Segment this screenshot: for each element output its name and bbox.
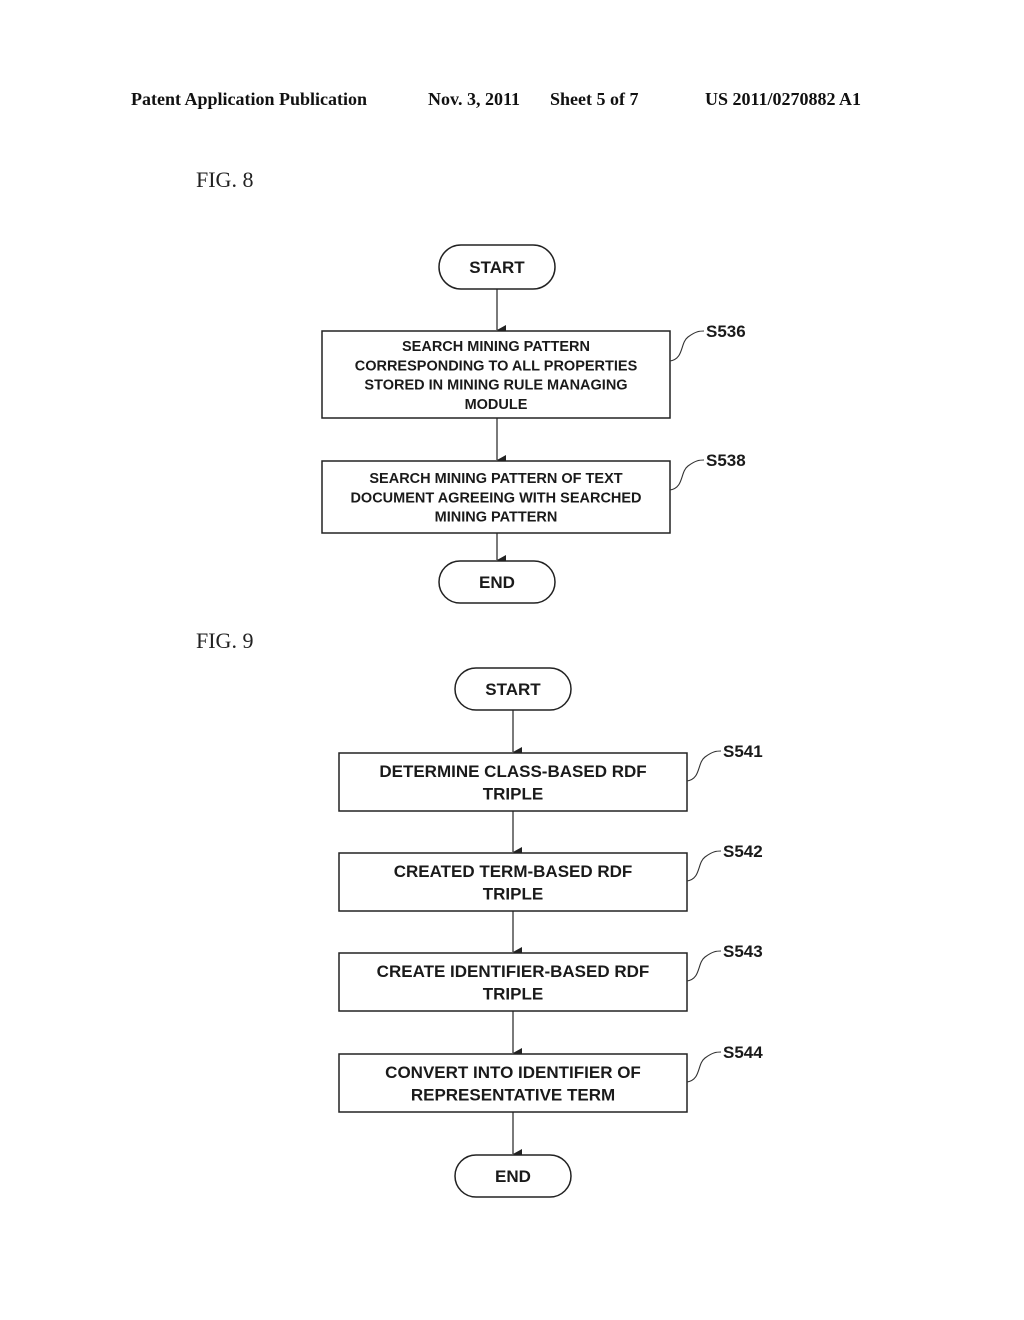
fig9-step-s542-text-line: CREATED TERM-BASED RDF [394, 862, 633, 881]
fig9-s541-step-id: S541 [723, 742, 763, 761]
fig8-s536-leader [669, 330, 705, 362]
fig8-step-s538-text-line: DOCUMENT AGREEING WITH SEARCHED [350, 490, 641, 506]
fig9-step-s543-text-line: TRIPLE [483, 985, 543, 1004]
fig9-step-s543-text-line: CREATE IDENTIFIER-BASED RDF [377, 962, 650, 981]
fig9-step-s542-text-line: TRIPLE [483, 885, 543, 904]
fig9-s542-step-id: S542 [723, 842, 763, 861]
fig9-start-text: START [485, 680, 541, 699]
fig9-s543-step-id: S543 [723, 942, 763, 961]
fig9-s544-leader [686, 1051, 722, 1083]
fig9-end-text: END [495, 1167, 531, 1186]
fig8-step-s538-text-line: MINING PATTERN [435, 510, 558, 526]
fig9-step-s541-text-line: DETERMINE CLASS-BASED RDF [379, 762, 646, 781]
fig8-s536-step-id: S536 [706, 322, 746, 341]
fig8-step-s536-text-line: MODULE [465, 397, 528, 413]
fig8-start-text: START [469, 258, 525, 277]
fig9-s544-step-id: S544 [723, 1043, 763, 1062]
fig9-s542-leader [686, 850, 722, 882]
fig8-step-s538-text-line: SEARCH MINING PATTERN OF TEXT [369, 471, 622, 487]
fig8-step-s536-text-line: CORRESPONDING TO ALL PROPERTIES [355, 358, 638, 374]
fig9-s541-leader [686, 750, 722, 782]
fig8-step-s536-text-line: SEARCH MINING PATTERN [402, 339, 590, 355]
fig8-step-s536-text-line: STORED IN MINING RULE MANAGING [364, 378, 627, 394]
flowchart-canvas: START SEARCH MINING PATTERN CORRESPONDING … [321, 244, 763, 1198]
fig9-step-s544-text-line: CONVERT INTO IDENTIFIER OF [385, 1063, 641, 1082]
fig8-end-text: END [479, 573, 515, 592]
fig9-step-s544-text-line: REPRESENTATIVE TERM [411, 1086, 615, 1105]
fig9-step-s541-text-line: TRIPLE [483, 785, 543, 804]
fig8-s538-leader [669, 459, 705, 491]
fig9-s543-leader [686, 950, 722, 982]
fig8-s538-step-id: S538 [706, 451, 746, 470]
